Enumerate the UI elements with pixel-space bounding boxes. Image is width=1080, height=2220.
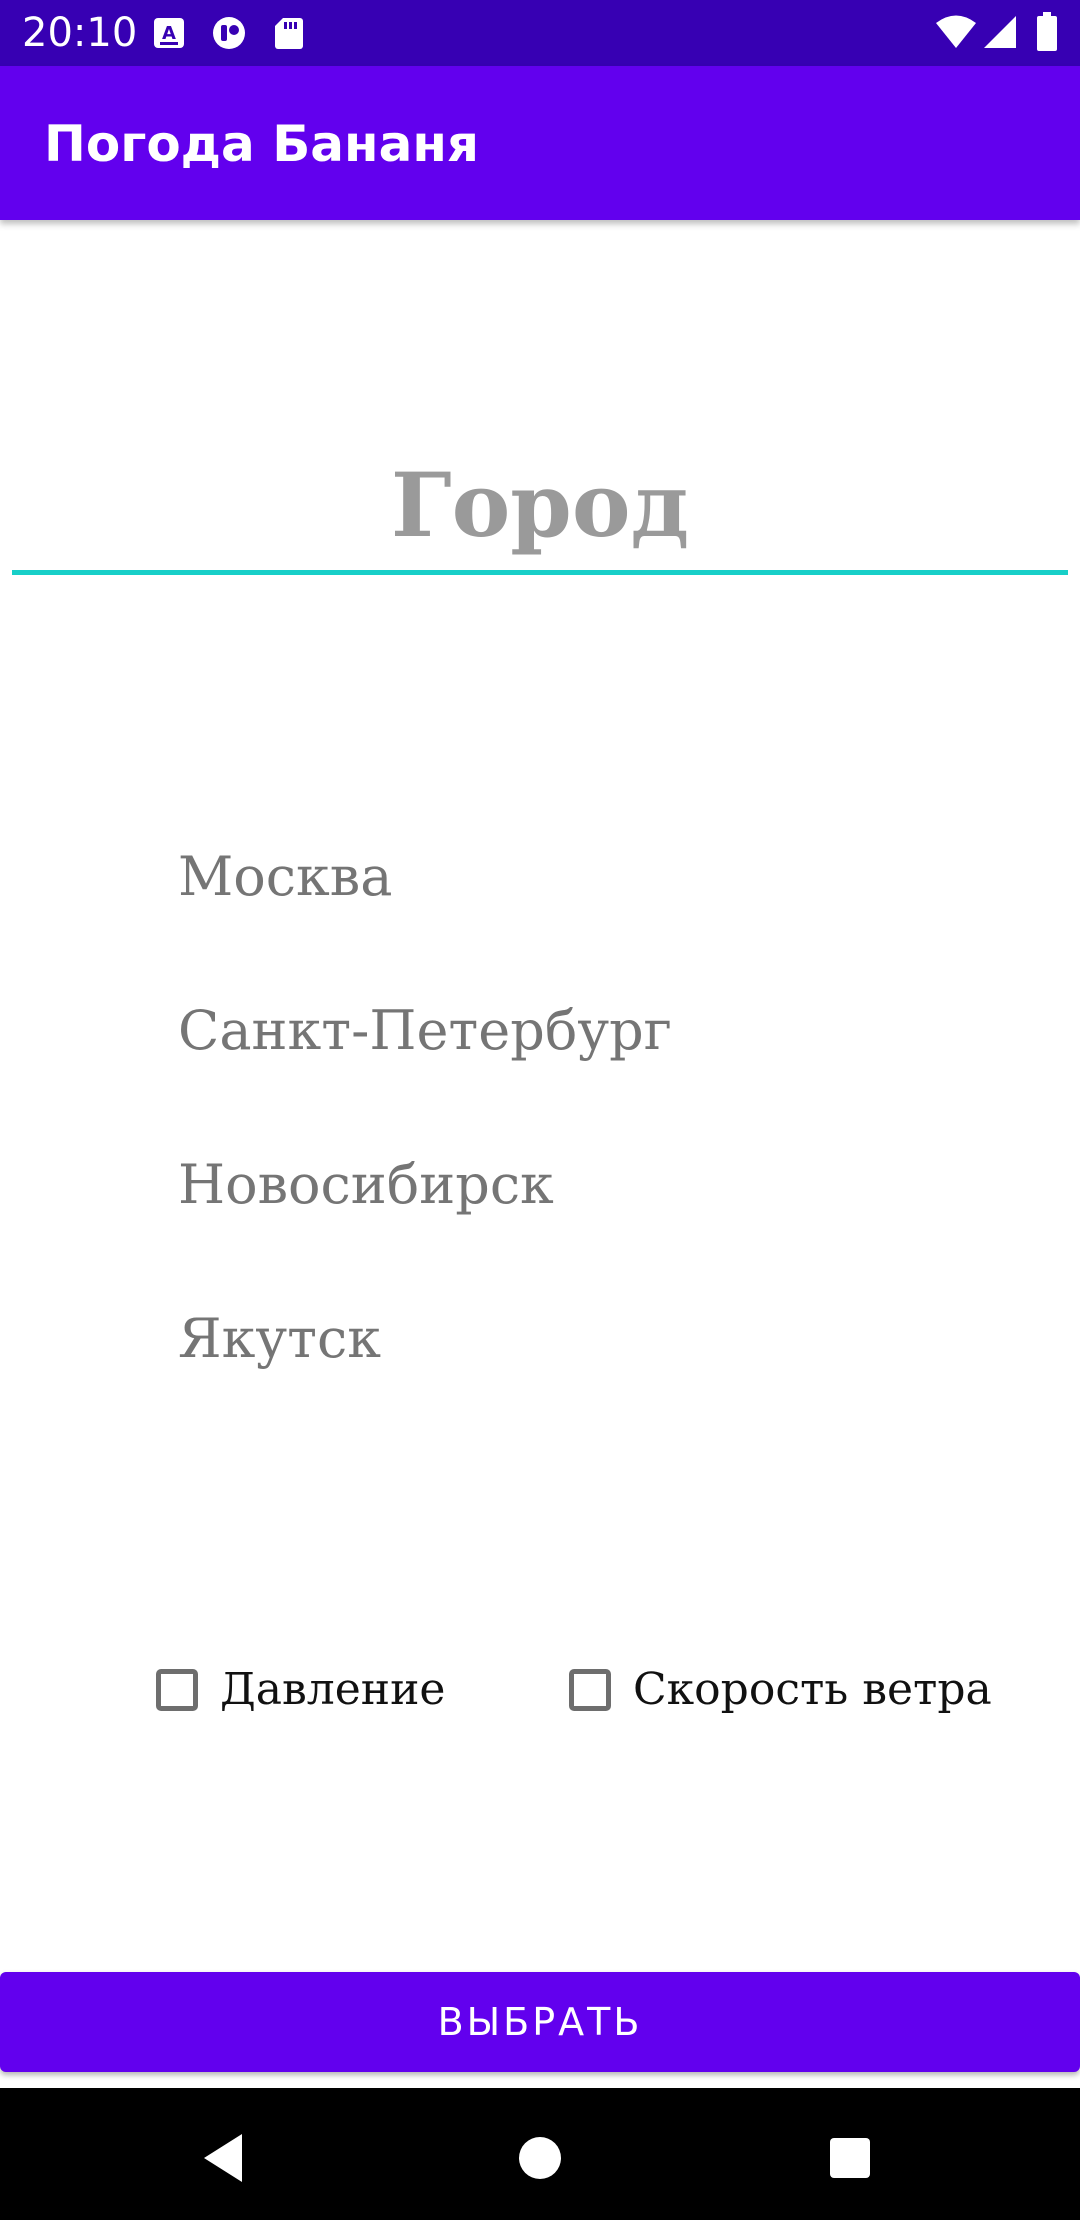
pressure-option[interactable]: Давление (156, 1660, 445, 1720)
city-item-novosibirsk[interactable]: Новосибирск (178, 1130, 998, 1284)
pressure-label: Давление (220, 1664, 446, 1715)
wind-speed-option[interactable]: Скорость ветра (569, 1660, 992, 1720)
signal-icon (982, 14, 1018, 54)
pressure-checkbox[interactable] (156, 1669, 198, 1711)
svg-text:A: A (162, 23, 176, 44)
wind-speed-label: Скорость ветра (633, 1664, 992, 1715)
sd-card-icon (274, 16, 304, 54)
wifi-icon (934, 14, 978, 54)
app-bar: Погода Бананя (0, 66, 1080, 220)
app-notification-icon (210, 16, 248, 54)
status-time: 20:10 (22, 10, 138, 56)
battery-icon (1036, 12, 1058, 56)
city-item-moscow[interactable]: Москва (178, 822, 998, 976)
city-input[interactable] (12, 440, 1068, 570)
recents-icon[interactable] (820, 2128, 880, 2188)
city-input-underline (12, 570, 1068, 575)
city-item-saint-petersburg[interactable]: Санкт-Петербург (178, 976, 998, 1130)
city-list: Москва Санкт-Петербург Новосибирск Якутс… (178, 822, 998, 1438)
back-icon[interactable] (196, 2128, 256, 2188)
app-title: Погода Бананя (44, 115, 479, 173)
status-bar: 20:10 A (0, 0, 1080, 66)
navigation-bar (0, 2088, 1080, 2220)
translate-icon: A (152, 16, 186, 54)
home-icon[interactable] (510, 2128, 570, 2188)
select-button[interactable]: ВЫБРАТЬ (0, 1972, 1080, 2072)
wind-speed-checkbox[interactable] (569, 1669, 611, 1711)
city-item-yakutsk[interactable]: Якутск (178, 1284, 998, 1438)
city-input-container (12, 440, 1068, 576)
